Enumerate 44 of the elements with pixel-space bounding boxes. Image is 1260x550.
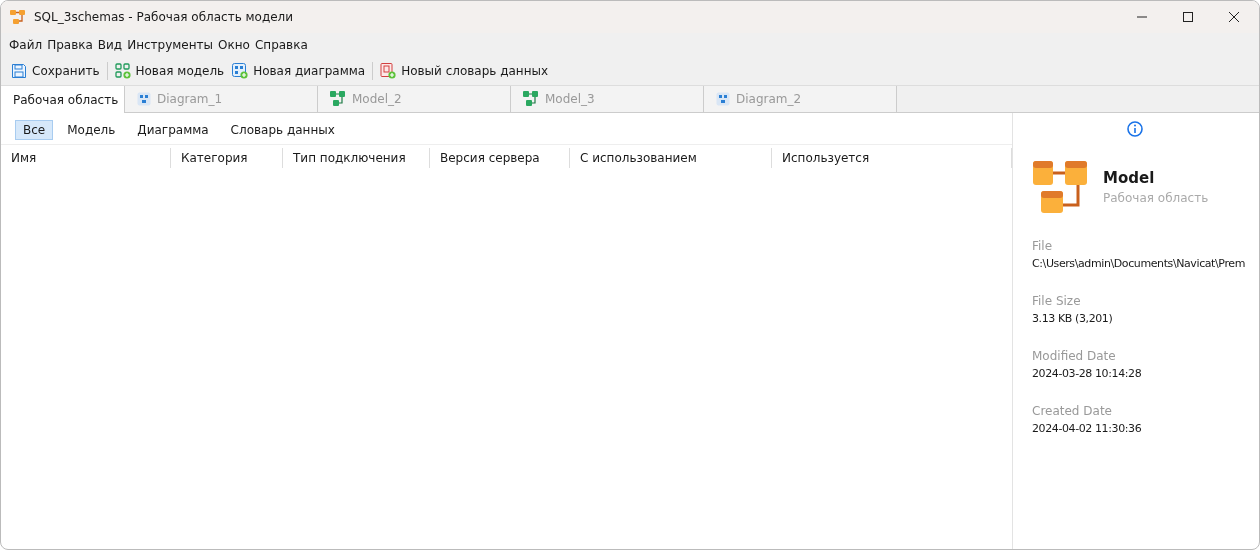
object-type: Рабочая область <box>1103 191 1209 205</box>
column-header[interactable]: Используется <box>772 148 1012 168</box>
model-icon <box>523 91 539 107</box>
column-header[interactable]: Имя <box>1 148 171 168</box>
column-header[interactable]: С использованием <box>570 148 772 168</box>
filter-button[interactable]: Словарь данных <box>222 120 343 140</box>
filter-button[interactable]: Все <box>15 120 54 140</box>
field-value: 3.13 KB (3,201) <box>1032 312 1114 325</box>
toolbar-button[interactable]: Новая модель <box>112 63 227 79</box>
toolbar-button[interactable]: Новый словарь данных <box>378 63 551 79</box>
field-label: Modified Date <box>1032 349 1117 363</box>
new-dictionary-icon <box>380 63 397 79</box>
field-label: File <box>1032 239 1054 253</box>
filter-button[interactable]: Модель <box>59 120 124 140</box>
new-model-icon <box>114 63 131 79</box>
menu-item[interactable]: Окно <box>216 38 252 52</box>
menu-item[interactable]: Файл <box>7 38 45 52</box>
window-title: SQL_3schemas - Рабочая область модели <box>34 10 294 24</box>
model-icon <box>1033 159 1089 215</box>
menu-item[interactable]: Инструменты <box>125 38 216 52</box>
maximize-icon[interactable] <box>1183 12 1193 22</box>
close-icon[interactable] <box>1229 12 1239 22</box>
menu-item[interactable]: Правка <box>45 38 95 52</box>
diagram-icon <box>137 92 151 106</box>
tab[interactable]: Рабочая область <box>1 86 125 113</box>
column-header[interactable]: Тип подключения <box>283 148 430 168</box>
new-diagram-icon <box>232 63 249 79</box>
toolbar-button[interactable]: Сохранить <box>9 63 102 79</box>
model-icon <box>330 91 346 107</box>
menu-item[interactable]: Справка <box>252 38 310 52</box>
field-value: 2024-03-28 10:14:28 <box>1032 367 1143 380</box>
field-label: Created Date <box>1032 404 1113 418</box>
app-logo-icon <box>10 9 26 25</box>
column-header[interactable]: Версия сервера <box>430 148 570 168</box>
field-value: C:\Users\admin\Documents\Navicat\Prem <box>1032 257 1246 270</box>
menu-item[interactable]: Вид <box>95 38 125 52</box>
field-value: 2024-04-02 11:30:36 <box>1032 422 1143 435</box>
info-icon[interactable] <box>1127 121 1143 137</box>
column-header[interactable]: Категория <box>171 148 283 168</box>
filter-button[interactable]: Диаграмма <box>129 120 217 140</box>
object-name: Model <box>1103 169 1156 187</box>
toolbar-button[interactable]: Новая диаграмма <box>230 63 368 79</box>
diagram-icon <box>716 92 730 106</box>
field-label: File Size <box>1032 294 1082 308</box>
